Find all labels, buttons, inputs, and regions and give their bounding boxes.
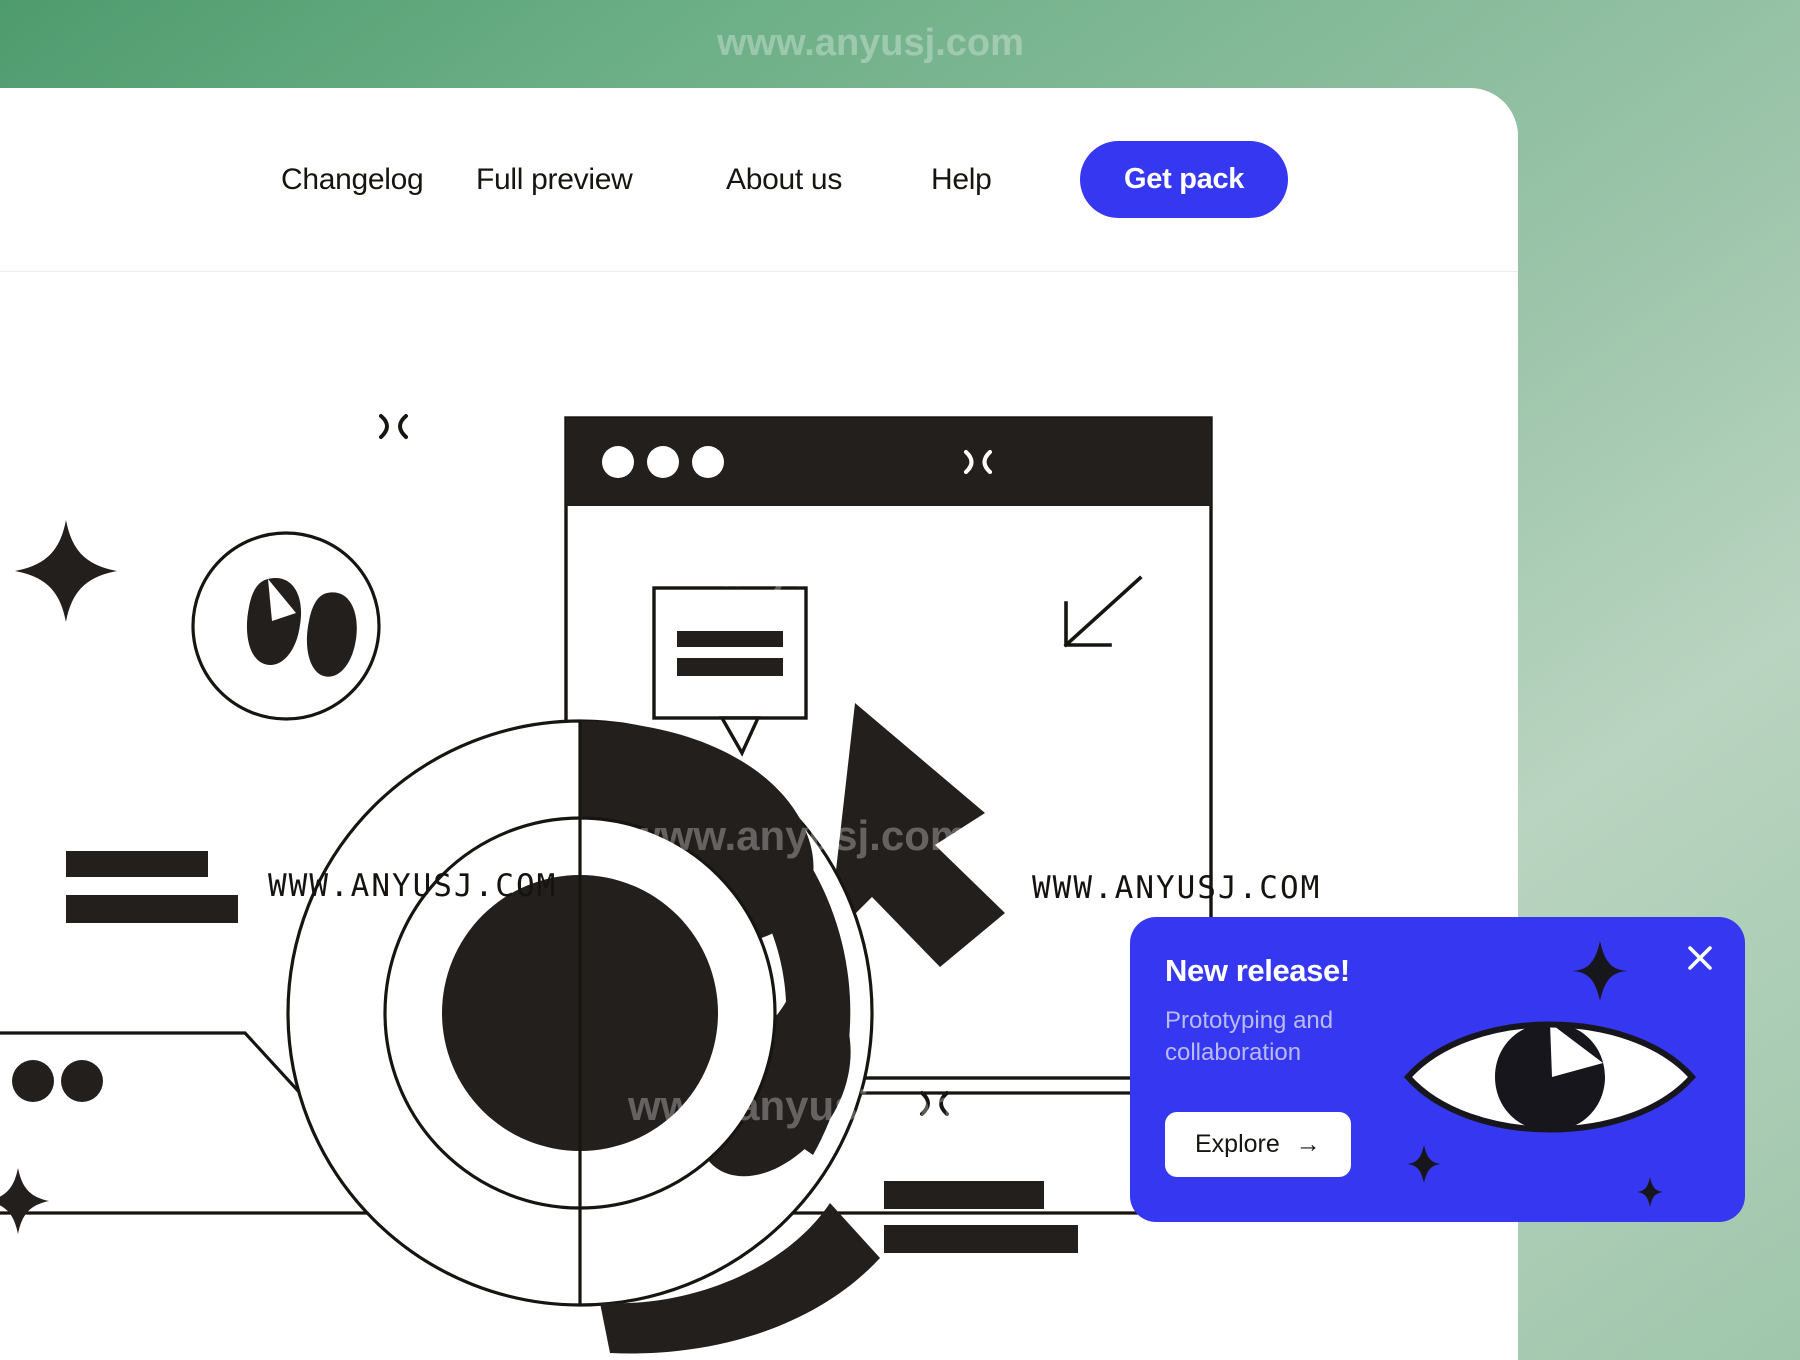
- watermark-top: www.anyusj.com: [717, 22, 1024, 64]
- dot-pair-icon: [12, 1060, 103, 1102]
- arrow-right-icon: →: [1295, 1130, 1321, 1158]
- four-point-star-icon: [1637, 1177, 1663, 1207]
- top-navigation: Changelog Full preview About us Help Get…: [0, 88, 1518, 272]
- four-point-star-icon: [1572, 941, 1628, 1001]
- close-icon[interactable]: [1683, 941, 1717, 975]
- nav-item-help[interactable]: Help: [931, 163, 1056, 197]
- notification-subtitle: Prototyping and collaboration: [1165, 1007, 1334, 1066]
- explore-button[interactable]: Explore →: [1165, 1112, 1351, 1177]
- sparkle-cross-icon: [379, 414, 408, 439]
- text-bar-group-bottom: [884, 1181, 1078, 1253]
- four-point-star-icon: [15, 520, 117, 622]
- nav-item-changelog[interactable]: Changelog: [281, 163, 476, 197]
- eye-icon: [1403, 1021, 1697, 1133]
- notification-title: New release!: [1165, 953, 1350, 988]
- nav-item-about-us[interactable]: About us: [726, 163, 931, 197]
- notification-card[interactable]: New release! Prototyping and collaborati…: [1130, 917, 1745, 1222]
- loader-ring-icon: [286, 719, 880, 1354]
- explore-button-label: Explore: [1195, 1130, 1280, 1158]
- face-circle-icon: [191, 531, 381, 721]
- text-bar-group-left: [66, 851, 238, 923]
- sparkle-cross-icon: [920, 1091, 949, 1116]
- nav-item-full-preview[interactable]: Full preview: [476, 163, 726, 197]
- four-point-star-icon: [0, 1168, 49, 1234]
- nav-links: Changelog Full preview About us Help Get…: [281, 141, 1289, 218]
- get-pack-button[interactable]: Get pack: [1080, 141, 1289, 218]
